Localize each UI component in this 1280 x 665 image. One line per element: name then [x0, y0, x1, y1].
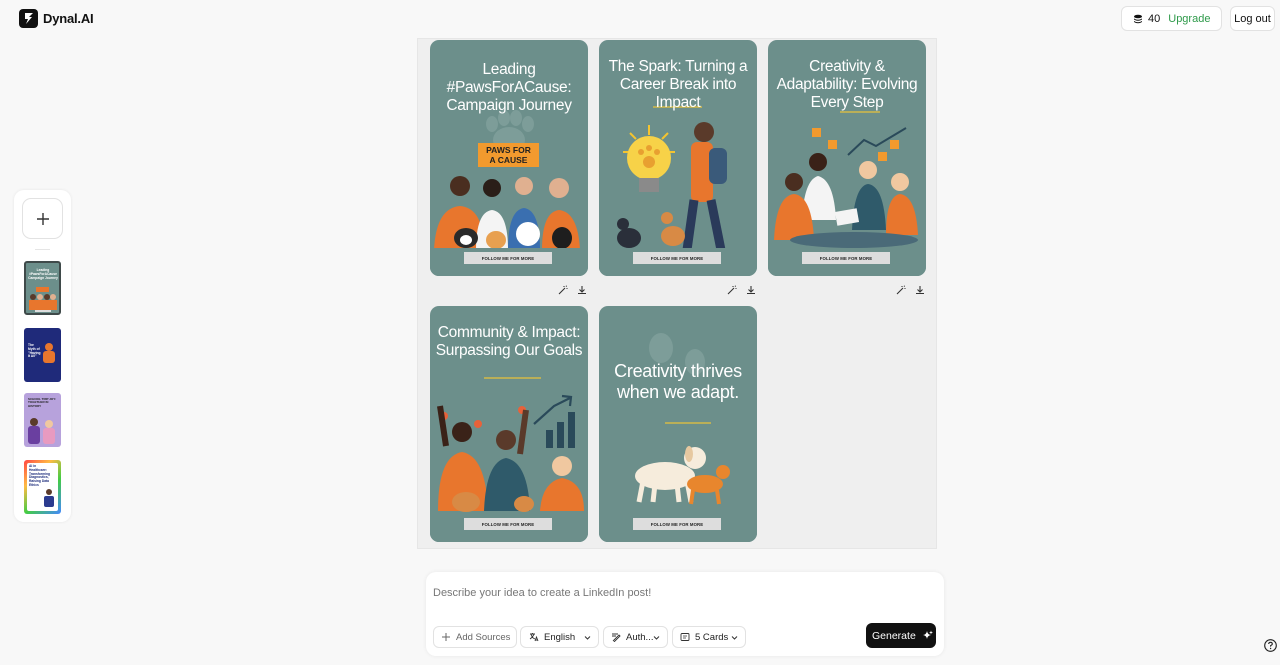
new-post-button[interactable]: [22, 198, 63, 239]
generate-button[interactable]: Generate: [866, 623, 936, 648]
thumbnail-title: Leading #PawsForACause Campaign Journey: [28, 268, 58, 280]
pen-icon: [612, 633, 621, 642]
card-cta: FOLLOW ME FOR MORE: [633, 518, 721, 530]
coins-icon: [1134, 14, 1142, 23]
tone-value: Auth...: [626, 631, 654, 643]
thumbnail-title: AI in Healthcare: Transforming Diagnosti…: [29, 464, 51, 487]
svg-text:A CAUSE: A CAUSE: [490, 155, 528, 165]
plus-icon: [36, 212, 49, 225]
credits-count: 40: [1148, 12, 1161, 25]
card-title: Community & Impact: Surpassing Our Goals: [435, 324, 583, 359]
carousel-card[interactable]: Community & Impact: Surpassing Our Goals…: [430, 306, 588, 542]
card-actions: [727, 282, 756, 295]
prompt-input[interactable]: [433, 580, 933, 606]
help-icon[interactable]: [1264, 639, 1277, 652]
history-thumbnail[interactable]: Leading #PawsForACause Campaign Journey: [24, 261, 61, 315]
history-thumbnail[interactable]: SCHOOL TRIP JOY: TOGETHER IN HISTORY: [24, 393, 61, 447]
card-title: Creativity & Adaptability: Evolving Ever…: [776, 58, 918, 111]
logout-button[interactable]: Log out: [1230, 6, 1275, 31]
card-title: The Spark: Turning a Career Break into I…: [608, 58, 748, 111]
language-value: English: [544, 631, 576, 643]
history-thumbnail[interactable]: The Myth of "Having It All": [24, 328, 61, 382]
upgrade-link[interactable]: Upgrade: [1168, 13, 1210, 25]
download-icon[interactable]: [577, 282, 587, 295]
brand-name: Dynal.AI: [43, 11, 94, 26]
svg-text:PAWS FOR: PAWS FOR: [486, 145, 531, 155]
generate-label: Generate: [872, 629, 916, 642]
card-illustration: [599, 333, 757, 542]
logo-icon: [19, 9, 38, 28]
language-select[interactable]: English: [520, 626, 599, 648]
card-actions: [896, 282, 925, 295]
carousel-card[interactable]: Creativity thrives when we adapt. FOLLOW…: [599, 306, 757, 542]
prompt-composer: Add Sources English Auth... 5 Cards Gene…: [426, 572, 944, 656]
plus-icon: [442, 633, 450, 641]
carousel-card[interactable]: PAWS FOR A CAUSE Leading #PawsForACause:…: [430, 40, 588, 276]
card-cta: FOLLOW ME FOR MORE: [464, 518, 552, 530]
card-title: Leading #PawsForACause: Campaign Journey: [446, 61, 572, 114]
card-cta: FOLLOW ME FOR MORE: [633, 252, 721, 264]
card-count-value: 5 Cards: [695, 631, 729, 643]
card-cta: FOLLOW ME FOR MORE: [464, 252, 552, 264]
card-title: Creativity thrives when we adapt.: [614, 361, 742, 402]
cards-icon: [680, 633, 690, 641]
download-icon[interactable]: [915, 282, 925, 295]
carousel-gallery: PAWS FOR A CAUSE Leading #PawsForACause:…: [417, 38, 937, 549]
card-actions: [558, 282, 587, 295]
download-icon[interactable]: [746, 282, 756, 295]
add-sources-label: Add Sources: [456, 631, 511, 643]
add-sources-button[interactable]: Add Sources: [433, 626, 517, 648]
card-count-select[interactable]: 5 Cards: [672, 626, 746, 648]
thumbnail-title: SCHOOL TRIP JOY: TOGETHER IN HISTORY: [28, 397, 57, 408]
card-cta: FOLLOW ME FOR MORE: [802, 252, 890, 264]
brand-logo[interactable]: Dynal.AI: [19, 9, 94, 28]
carousel-card[interactable]: Creativity & Adaptability: Evolving Ever…: [768, 40, 926, 276]
translate-icon: [529, 633, 539, 642]
magic-edit-icon[interactable]: [896, 282, 906, 295]
magic-edit-icon[interactable]: [727, 282, 737, 295]
chevron-down-icon: [584, 636, 591, 640]
tone-select[interactable]: Auth...: [603, 626, 668, 648]
sparkle-icon: [922, 630, 933, 639]
sidebar-divider: [35, 249, 50, 250]
magic-edit-icon[interactable]: [558, 282, 568, 295]
carousel-card[interactable]: The Spark: Turning a Career Break into I…: [599, 40, 757, 276]
chevron-down-icon: [653, 636, 660, 640]
post-history-sidebar: Leading #PawsForACause Campaign Journey …: [14, 190, 71, 522]
credits-box[interactable]: 40 Upgrade: [1121, 6, 1222, 31]
history-thumbnail[interactable]: AI in Healthcare: Transforming Diagnosti…: [24, 460, 61, 514]
chevron-down-icon: [731, 636, 738, 640]
